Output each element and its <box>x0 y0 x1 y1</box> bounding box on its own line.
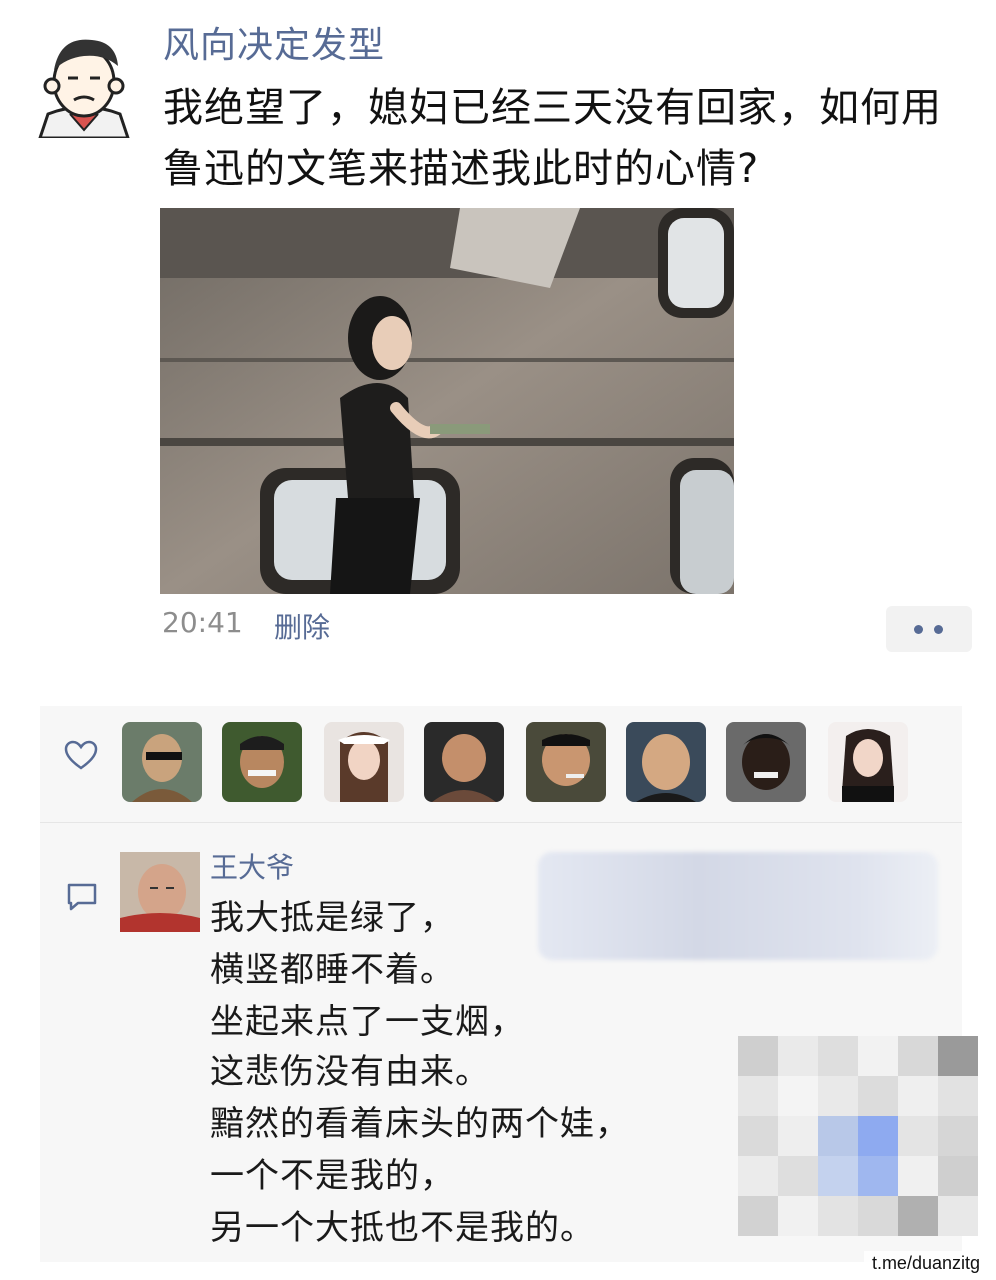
post-text-line: 鲁迅的文笔来描述我此时的心情? <box>163 146 760 192</box>
comment-line: 坐起来点了一支烟， <box>210 1002 525 1042</box>
watermark: t.me/duanzitg <box>863 1251 988 1276</box>
more-button[interactable] <box>886 606 972 652</box>
more-dots-icon <box>934 625 943 634</box>
interaction-panel: 王大爷 我大抵是绿了， 横竖都睡不着。 坐起来点了一支烟， 这悲伤没有由来。 黯… <box>40 706 978 1262</box>
more-dots-icon <box>914 625 923 634</box>
post-text: 我绝望了，媳妇已经三天没有回家，如何用 鲁迅的文笔来描述我此时的心情? <box>163 78 963 200</box>
blurred-region <box>538 852 938 960</box>
likes-row <box>40 706 962 823</box>
liker-avatar[interactable] <box>122 722 202 802</box>
commenter-name[interactable]: 王大爷 <box>210 846 294 886</box>
liker-avatar[interactable] <box>526 722 606 802</box>
liker-avatar[interactable] <box>828 722 908 802</box>
comment-icon <box>67 883 97 911</box>
liker-avatar[interactable] <box>726 722 806 802</box>
post-text-line: 我绝望了，媳妇已经三天没有回家，如何用 <box>163 85 942 131</box>
liker-avatar[interactable] <box>626 722 706 802</box>
comment-line: 另一个大抵也不是我的。 <box>210 1208 595 1248</box>
comment-line: 横竖都睡不着。 <box>210 950 455 990</box>
pixelated-region <box>738 1036 978 1262</box>
heart-icon <box>64 740 98 770</box>
delete-link[interactable]: 删除 <box>274 606 330 646</box>
liker-avatar[interactable] <box>222 722 302 802</box>
post-photo[interactable] <box>160 208 734 594</box>
post-time: 20:41 <box>162 606 243 639</box>
poster-avatar[interactable] <box>30 30 138 140</box>
poster-username[interactable]: 风向决定发型 <box>163 16 385 68</box>
comment-line: 黯然的看着床头的两个娃， <box>210 1104 630 1144</box>
comment-line: 我大抵是绿了， <box>210 898 455 938</box>
commenter-avatar[interactable] <box>120 852 200 932</box>
liker-avatar[interactable] <box>324 722 404 802</box>
comment-line: 这悲伤没有由来。 <box>210 1052 490 1092</box>
liker-avatar[interactable] <box>424 722 504 802</box>
comment-line: 一个不是我的， <box>210 1156 455 1196</box>
